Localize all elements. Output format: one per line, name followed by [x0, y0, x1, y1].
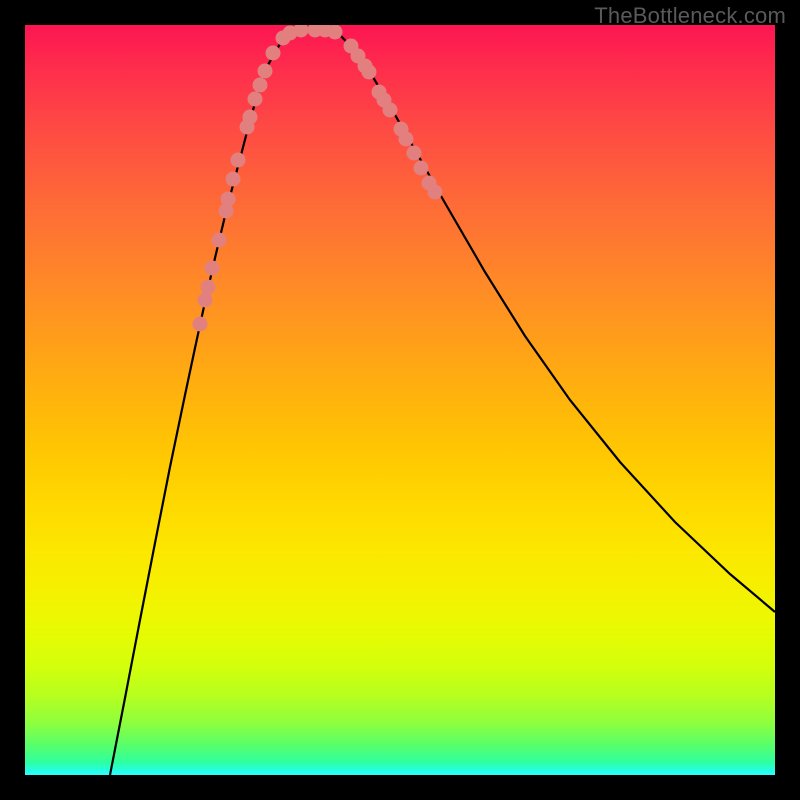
- data-dot: [407, 146, 422, 161]
- data-dot: [201, 280, 216, 295]
- data-dot: [362, 65, 377, 80]
- data-dot: [248, 92, 263, 107]
- data-dot: [266, 46, 281, 61]
- data-dot: [212, 233, 227, 248]
- data-dot: [253, 78, 268, 93]
- data-dot: [193, 317, 208, 332]
- plot-area: [25, 25, 775, 775]
- bottleneck-curve: [110, 30, 775, 775]
- data-dot: [226, 172, 241, 187]
- data-dot: [258, 64, 273, 79]
- chart-frame: TheBottleneck.com: [0, 0, 800, 800]
- data-dot: [221, 192, 236, 207]
- dots-group: [193, 25, 443, 332]
- data-dot: [243, 110, 258, 125]
- data-dot: [231, 153, 246, 168]
- chart-svg: [25, 25, 775, 775]
- data-dot: [328, 25, 343, 40]
- data-dot: [383, 103, 398, 118]
- data-dot: [198, 293, 213, 308]
- data-dot: [428, 185, 443, 200]
- data-dot: [414, 161, 429, 176]
- data-dot: [205, 261, 220, 276]
- data-dot: [399, 132, 414, 147]
